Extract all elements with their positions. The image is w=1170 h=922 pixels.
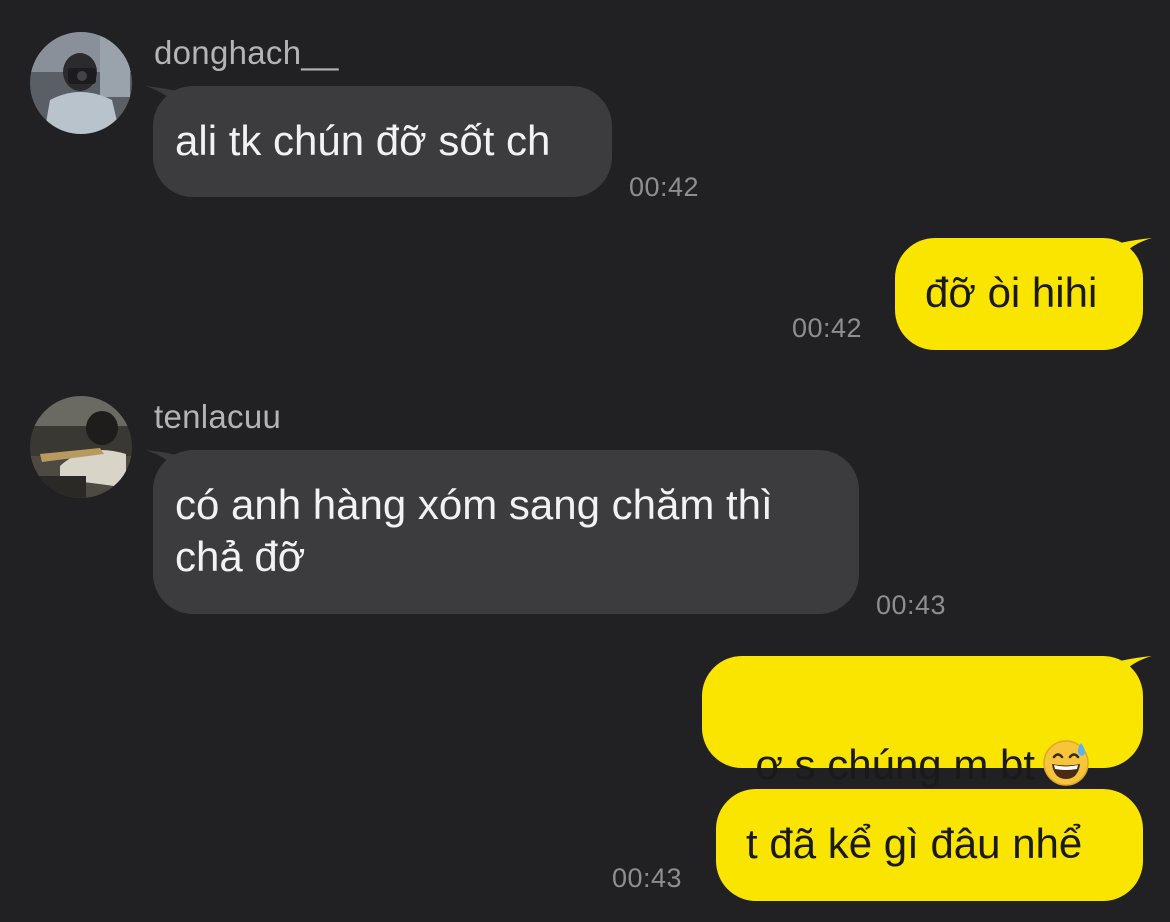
message-bubble[interactable]: ơ s chúng m bt <box>702 656 1143 788</box>
message-bubble[interactable]: đỡ òi hihi <box>895 238 1143 350</box>
avatar-donghach[interactable] <box>30 32 132 134</box>
message-timestamp: 00:43 <box>612 863 683 893</box>
sender-name: donghach__ <box>154 34 339 71</box>
message-timestamp: 00:43 <box>876 590 947 620</box>
message-bubble[interactable]: ali tk chún đỡ sốt ch <box>153 86 612 197</box>
message-bubble[interactable]: t đã kể gì đâu nhể <box>716 789 1143 901</box>
profile-photo-icon <box>30 32 132 134</box>
message-timestamp: 00:42 <box>629 172 700 202</box>
message-timestamp: 00:42 <box>792 313 863 343</box>
message-bubble[interactable]: có anh hàng xóm sang chăm thì chả đỡ <box>153 450 859 614</box>
sender-name: tenlacuu <box>154 398 282 435</box>
avatar-tenlacuu[interactable] <box>30 396 132 498</box>
profile-photo-icon <box>30 396 132 498</box>
message-text: ơ s chúng m bt <box>755 741 1036 788</box>
grinning-face-with-sweat-icon <box>1043 740 1089 786</box>
